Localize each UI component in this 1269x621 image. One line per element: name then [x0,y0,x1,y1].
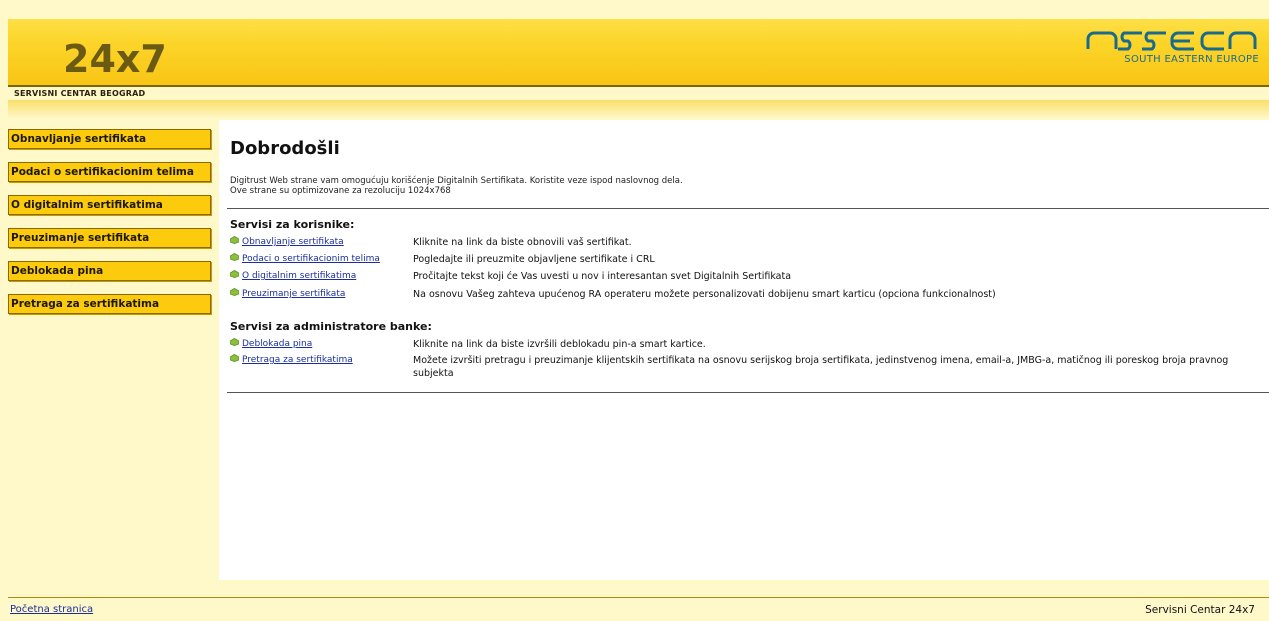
row-description: Pogledajte ili preuzmite objavljene sert… [413,254,655,265]
main-content: Dobrodošli Digitrust Web strane vam omog… [219,120,1269,580]
row-description: Kliknite na link da biste izvršili deblo… [413,339,706,350]
link-label: Obnavljanje sertifikata [242,237,344,247]
sidebar-item-deblokada[interactable]: Deblokada pina [8,261,211,281]
link-label: Preuzimanje sertifikata [242,289,346,299]
sidebar-item-o-digitalnim[interactable]: O digitalnim sertifikatima [8,195,211,215]
page-title: Dobrodošli [230,138,340,159]
link-obnavljanje[interactable]: Obnavljanje sertifikata [230,236,344,247]
intro-line: Ove strane su optimizovane za rezoluciju… [230,186,451,196]
asseco-logo: SOUTH EASTERN EUROPE [1084,29,1259,65]
row-description: Možete izvršiti pretragu i preuzimanje k… [413,355,1229,379]
arrow-bullet-icon [230,354,239,362]
section-divider [227,392,1269,393]
intro-line: Digitrust Web strane vam omogućuju koriš… [230,176,683,186]
link-preuzimanje[interactable]: Preuzimanje sertifikata [230,288,345,299]
link-label: Podaci o sertifikacionim telima [242,254,380,264]
footer-service-text: Servisni Centar 24x7 [1145,604,1255,616]
sidebar-item-preuzimanje[interactable]: Preuzimanje sertifikata [8,228,211,248]
arrow-bullet-icon [230,270,239,278]
link-deblokada[interactable]: Deblokada pina [230,338,312,349]
arrow-bullet-icon [230,288,239,296]
link-o-digitalnim[interactable]: O digitalnim sertifikatima [230,270,356,281]
link-label: Deblokada pina [242,339,313,349]
link-label: O digitalnim sertifikatima [242,271,357,281]
header-subtitle: SERVISNI CENTAR BEOGRAD [14,89,146,98]
section-title-admins: Servisi za administratore banke: [230,320,432,333]
intro-text: Digitrust Web strane vam omogućuju koriš… [230,176,683,196]
link-podaci[interactable]: Podaci o sertifikacionim telima [230,253,380,264]
site-logo: 24x7 [63,37,167,81]
asseco-wordmark-icon [1086,31,1257,51]
header-banner: 24x7 SOUTH EASTERN EUROPE [8,19,1269,85]
link-label: Pretraga za sertifikatima [242,355,353,365]
sidebar-nav: Obnavljanje sertifikata Podaci o sertifi… [8,129,211,327]
sidebar-item-podaci[interactable]: Podaci o sertifikacionim telima [8,162,211,182]
arrow-bullet-icon [230,253,239,261]
row-description: Pročitajte tekst koji će Vas uvesti u no… [413,271,792,282]
brand-region-text: SOUTH EASTERN EUROPE [1124,54,1259,65]
arrow-bullet-icon [230,338,239,346]
footer-divider [8,597,1269,598]
section-title-users: Servisi za korisnike: [230,218,355,231]
home-link[interactable]: Početna stranica [10,604,93,615]
section-divider [227,208,1269,209]
link-pretraga[interactable]: Pretraga za sertifikatima [230,354,353,365]
sidebar-item-pretraga[interactable]: Pretraga za sertifikatima [8,294,211,314]
header-gradient-band [8,100,1269,118]
sidebar-item-obnavljanje[interactable]: Obnavljanje sertifikata [8,129,211,149]
arrow-bullet-icon [230,236,239,244]
row-description: Na osnovu Vašeg zahteva upućenog RA oper… [413,289,996,300]
row-description: Kliknite na link da biste obnovili vaš s… [413,237,632,248]
header-divider [8,85,1269,87]
